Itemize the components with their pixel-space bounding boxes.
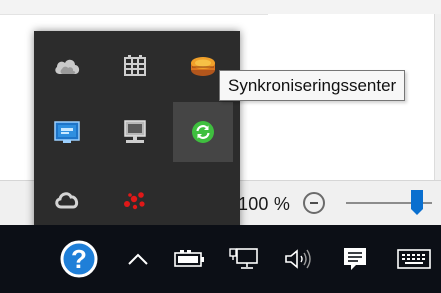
zoom-out-button[interactable] [303, 192, 325, 214]
hidden-icons-flyout [34, 31, 240, 236]
network-monitor-icon[interactable] [105, 102, 165, 162]
sync-center-tooltip: Synkroniseringssenter [219, 70, 406, 101]
action-center-icon[interactable] [334, 225, 376, 293]
show-hidden-icons-chevron[interactable] [118, 225, 158, 293]
window-top-band [0, 0, 441, 15]
svg-text:?: ? [71, 244, 87, 274]
zoom-level-text: 100 % [238, 194, 291, 214]
taskbar: ? [0, 225, 441, 293]
grid-app-icon[interactable] [105, 36, 165, 96]
help-icon[interactable]: ? [54, 225, 104, 293]
touch-keyboard-icon[interactable] [390, 225, 438, 293]
zoom-slider-thumb[interactable] [411, 190, 423, 216]
battery-icon[interactable] [168, 225, 212, 293]
creative-cloud-icon[interactable] [37, 170, 97, 230]
network-icon[interactable] [222, 225, 266, 293]
onedrive-cloud-icon[interactable] [37, 36, 97, 96]
red-dots-icon[interactable] [105, 170, 165, 230]
sync-center-icon[interactable] [173, 102, 233, 162]
intel-graphics-icon[interactable] [37, 102, 97, 162]
volume-icon[interactable] [276, 225, 320, 293]
